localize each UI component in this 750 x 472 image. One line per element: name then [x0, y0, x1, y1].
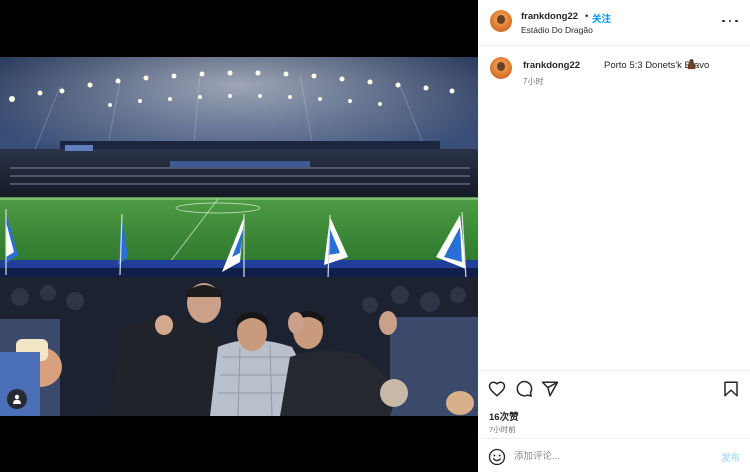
- emoji-picker-icon[interactable]: [488, 448, 506, 466]
- stadium-photo: [0, 57, 478, 416]
- avatar[interactable]: [490, 10, 512, 32]
- comment-input[interactable]: [514, 447, 704, 465]
- share-send-icon[interactable]: [541, 380, 559, 398]
- tagged-user-icon[interactable]: [7, 389, 27, 409]
- location-link[interactable]: Estádio Do Dragão: [521, 25, 593, 35]
- person-icon: [13, 394, 21, 404]
- post-comment-button[interactable]: 发布: [721, 450, 740, 464]
- bottle-emoji-icon: [687, 59, 696, 70]
- comment-bar: 发布: [478, 438, 750, 472]
- post-timestamp[interactable]: 7小时前: [489, 424, 516, 435]
- post-header: frankdong22 • 关注 Estádio Do Dragão: [478, 0, 750, 46]
- comment-icon[interactable]: [515, 380, 533, 398]
- like-heart-icon[interactable]: [488, 380, 506, 398]
- caption-username[interactable]: frankdong22: [523, 60, 580, 71]
- username-link[interactable]: frankdong22: [521, 11, 578, 22]
- follow-button[interactable]: 关注: [592, 11, 611, 25]
- post-photo[interactable]: [0, 57, 478, 416]
- post-media: [0, 0, 478, 472]
- caption-avatar[interactable]: [490, 57, 512, 79]
- post-actions: 16次赞 7小时前: [478, 370, 750, 438]
- post-detail-panel: frankdong22 • 关注 Estádio Do Dragão frank…: [478, 0, 750, 472]
- like-count[interactable]: 16次赞: [489, 409, 519, 423]
- bookmark-save-icon[interactable]: [722, 380, 740, 398]
- caption-time: 7小时: [523, 77, 544, 86]
- more-options-icon[interactable]: [722, 14, 738, 28]
- separator-dot: •: [585, 11, 589, 22]
